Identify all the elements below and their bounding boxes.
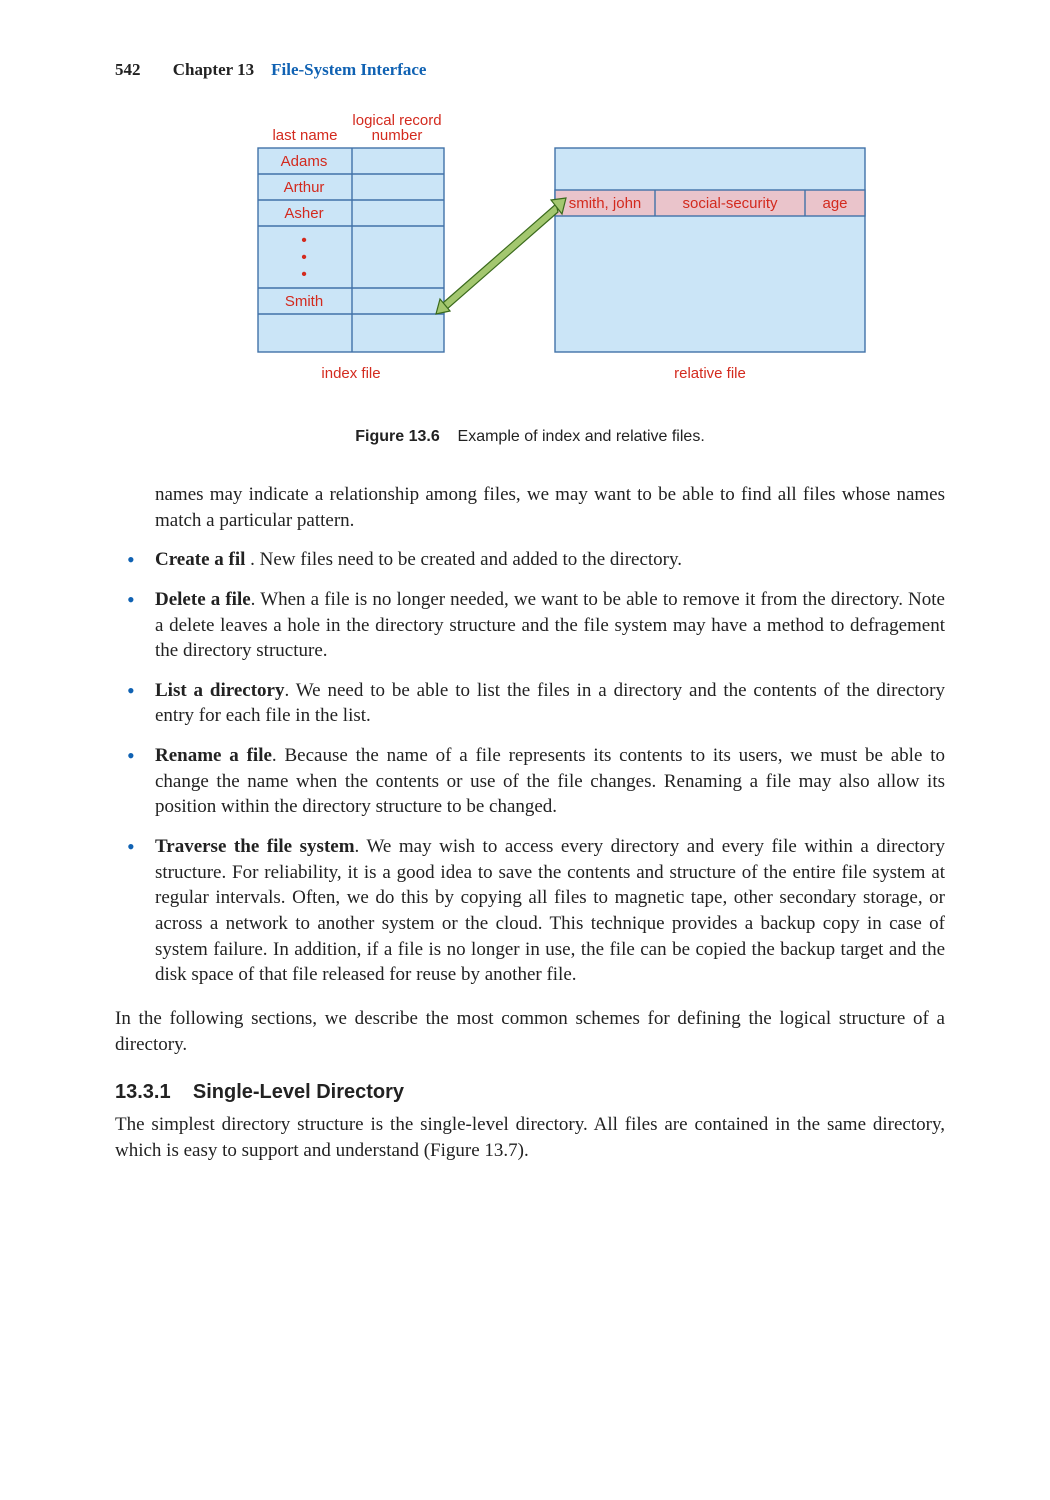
subsection-paragraph: The simplest directory structure is the …	[115, 1112, 945, 1163]
label-relative-file: relative file	[674, 365, 746, 382]
list-title: Traverse the file system	[155, 836, 355, 857]
relative-cell-ssn: social-security	[682, 195, 778, 212]
figure-caption: Figure 13.6 Example of index and relativ…	[180, 428, 880, 446]
dot-icon: •	[301, 249, 307, 266]
index-row-asher: Asher	[284, 205, 323, 222]
subsection-title: Single-Level Directory	[193, 1081, 404, 1103]
page-number: 542	[115, 60, 141, 79]
intro-paragraph: names may indicate a relationship among …	[155, 482, 945, 533]
list-title: Create a fil	[155, 549, 250, 570]
figure-13-6: last name logical record number Adams Ar…	[180, 110, 880, 446]
dot-icon: •	[301, 232, 307, 249]
list-item: Rename a file. Because the name of a fil…	[115, 743, 945, 820]
chapter-title: File-System Interface	[271, 60, 426, 79]
list-body: . We may wish to access every directory …	[155, 836, 945, 985]
page-header: 542 Chapter 13 File-System Interface	[115, 60, 945, 80]
figure-svg: last name logical record number Adams Ar…	[180, 110, 880, 410]
list-item: List a directory. We need to be able to …	[115, 678, 945, 729]
relative-file-table: smith, john social-security age	[555, 148, 865, 352]
label-logical-record-2: number	[372, 127, 423, 144]
list-title: Delete a file	[155, 589, 251, 610]
chapter-label: Chapter 13	[173, 60, 254, 79]
list-title: Rename a file	[155, 745, 272, 766]
label-last-name: last name	[272, 127, 337, 144]
operations-list: Create a fil . New files need to be crea…	[115, 547, 945, 988]
relative-cell-age: age	[822, 195, 847, 212]
list-item: Delete a file. When a file is no longer …	[115, 587, 945, 664]
list-item: Traverse the file system. We may wish to…	[115, 834, 945, 988]
after-list-paragraph: In the following sections, we describe t…	[115, 1006, 945, 1057]
index-row-arthur: Arthur	[284, 179, 325, 196]
label-index-file: index file	[321, 365, 380, 382]
list-body: . New files need to be created and added…	[250, 549, 682, 570]
list-title: List a directory	[155, 680, 284, 701]
page: 542 Chapter 13 File-System Interface las…	[0, 0, 1050, 1243]
figure-number: Figure 13.6	[355, 428, 439, 445]
subsection-heading: 13.3.1 Single-Level Directory	[115, 1081, 945, 1104]
index-file-table: Adams Arthur Asher Smith • • •	[258, 148, 444, 352]
dot-icon: •	[301, 266, 307, 283]
index-row-smith: Smith	[285, 293, 323, 310]
figure-caption-text: Example of index and relative files.	[458, 428, 705, 445]
list-item: Create a fil . New files need to be crea…	[115, 547, 945, 573]
list-body: . When a file is no longer needed, we wa…	[155, 589, 945, 661]
subsection-number: 13.3.1	[115, 1081, 171, 1103]
relative-cell-name: smith, john	[569, 195, 642, 212]
index-row-adams: Adams	[281, 153, 328, 170]
arrow-icon	[436, 198, 566, 314]
list-body: . Because the name of a file represents …	[155, 745, 945, 817]
